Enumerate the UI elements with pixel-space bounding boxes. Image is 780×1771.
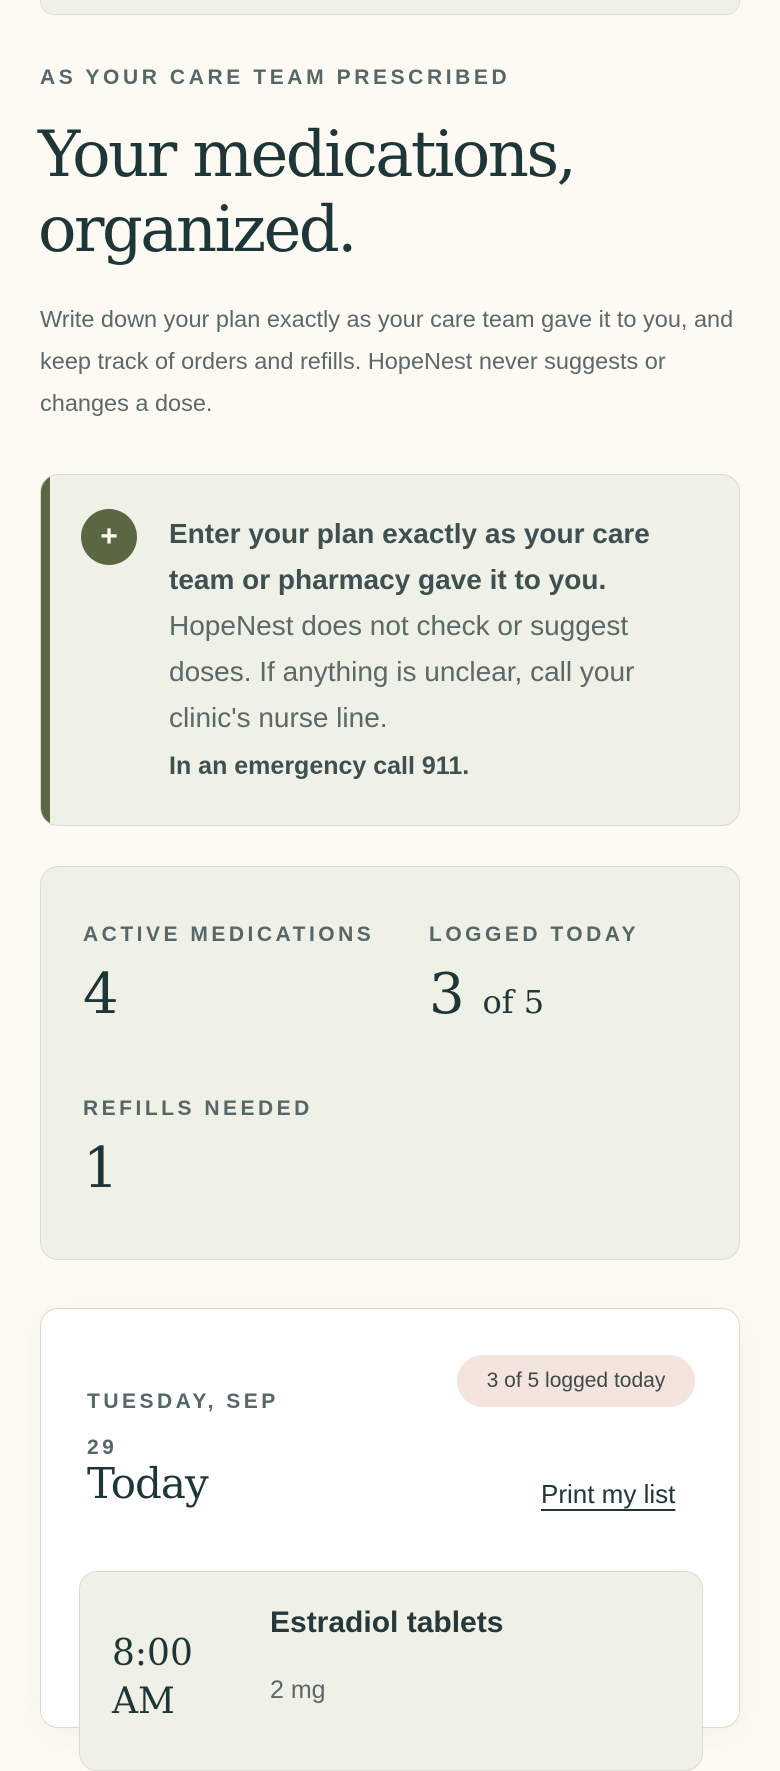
today-date: TUESDAY, SEP 29 [87,1390,279,1459]
notice-bold-text: Enter your plan exactly as your care tea… [169,518,650,595]
plus-icon: + [81,509,137,565]
stat-value: 1 [83,1136,119,1201]
medication-stats: ACTIVE MEDICATIONS 4 LOGGED TODAY 3 of 5… [40,866,740,1260]
notice-text: Enter your plan exactly as your care tea… [169,511,699,741]
medication-dose: 2 mg [270,1676,326,1704]
stat-label: ACTIVE MEDICATIONS [83,923,375,946]
previous-card-edge [40,0,740,15]
stat-value: 3 of 5 [429,965,639,1032]
stat-logged-today: LOGGED TODAY 3 of 5 [429,923,639,1032]
medication-time: 8:00 AM [112,1633,193,1722]
page-title: Your medications, organized. [38,118,577,267]
page-eyebrow: AS YOUR CARE TEAM PRESCRIBED [40,66,511,89]
safety-notice: + Enter your plan exactly as your care t… [40,474,740,826]
section-title: Today [87,1459,209,1508]
print-list-link[interactable]: Print my list [541,1479,675,1510]
stat-active-medications: ACTIVE MEDICATIONS 4 [83,923,374,1025]
notice-body-text: HopeNest does not check or suggest doses… [169,610,635,733]
medication-name: Estradiol tablets [270,1606,504,1639]
medication-item[interactable]: 8:00 AM Estradiol tablets 2 mg [79,1571,703,1771]
stat-label: REFILLS NEEDED [83,1097,313,1120]
stat-refills-needed: REFILLS NEEDED 1 [83,1097,313,1199]
logged-total: of 5 [482,983,545,1021]
stat-value: 4 [83,962,119,1027]
emergency-text: In an emergency call 911. [169,752,470,780]
status-badge: 3 of 5 logged today [457,1355,695,1407]
page-intro: Write down your plan exactly as your car… [40,306,734,416]
logged-count: 3 [429,962,465,1027]
today-schedule: TUESDAY, SEP 29 3 of 5 logged today Toda… [40,1308,740,1771]
notice-accent-bar [41,475,50,825]
stat-label: LOGGED TODAY [429,923,640,946]
